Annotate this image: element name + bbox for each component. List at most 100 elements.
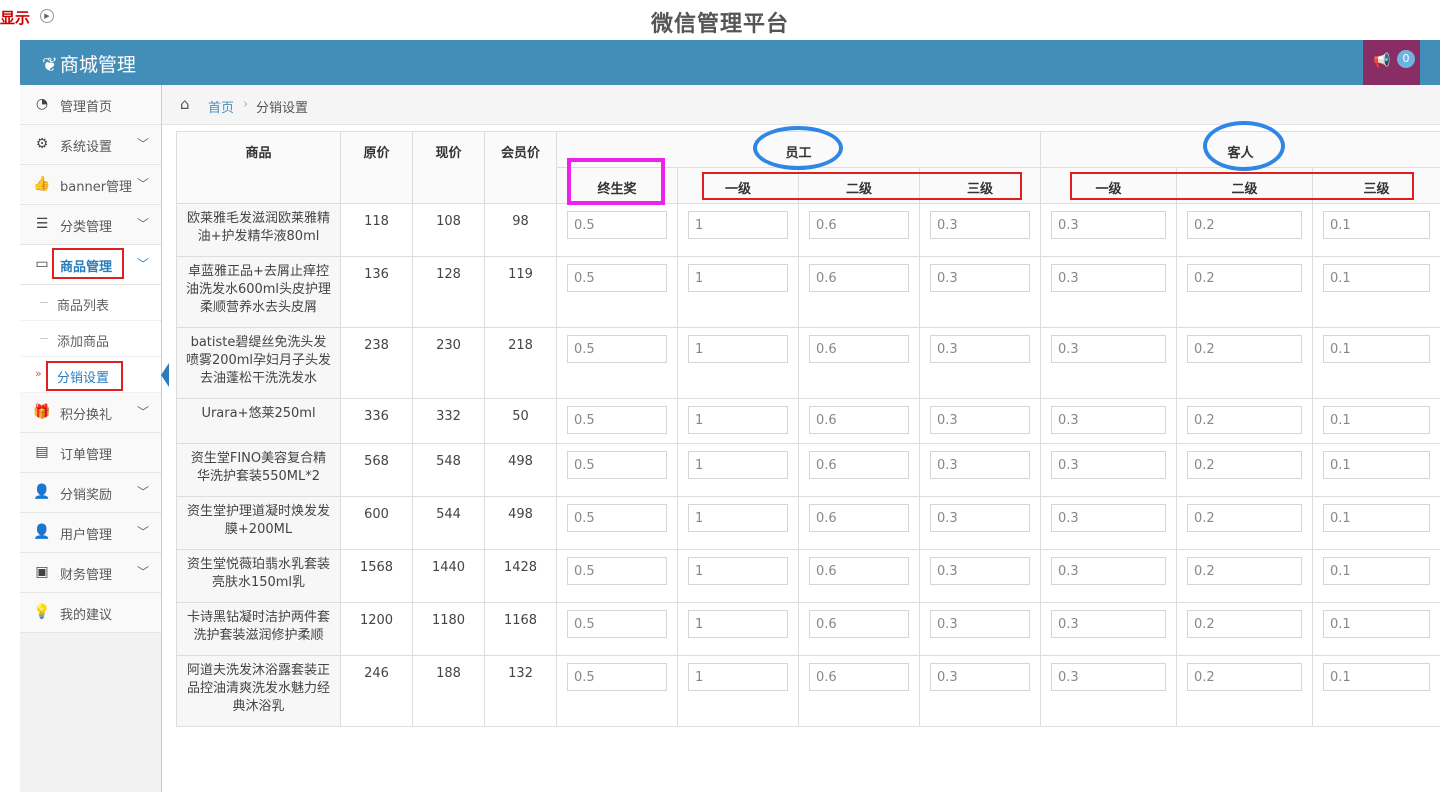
rate-input-e1[interactable] — [688, 406, 788, 434]
table-row: 资生堂护理道凝时焕发发膜+200ML 600 544 498 — [176, 496, 1440, 550]
sidebar-subitem-1[interactable]: 添加商品 — [20, 321, 161, 357]
sidebar-item-0[interactable]: ◔ 管理首页 — [20, 85, 161, 125]
rate-input-e1[interactable] — [688, 451, 788, 479]
rate-input-g3[interactable] — [1323, 663, 1431, 691]
rate-input-g1[interactable] — [1051, 211, 1167, 239]
rate-input-lifetime[interactable] — [567, 335, 667, 363]
rate-input-e3[interactable] — [930, 211, 1031, 239]
notification-button[interactable]: 📢 0 — [1363, 40, 1420, 85]
rate-input-e2[interactable] — [809, 406, 909, 434]
rate-input-g2[interactable] — [1187, 610, 1303, 638]
rate-input-e1[interactable] — [688, 663, 788, 691]
rate-input-e3[interactable] — [930, 610, 1031, 638]
brand[interactable]: ❦ 商城管理 — [42, 50, 136, 77]
page-title: 微信管理平台 — [650, 12, 789, 37]
rate-input-g3[interactable] — [1323, 211, 1431, 239]
sidebar-item-1[interactable]: ⚙ 系统设置 ﹀ — [20, 125, 161, 165]
original-price: 136 — [340, 256, 413, 328]
sidebar-item-3[interactable]: ☰ 分类管理 ﹀ — [20, 205, 161, 245]
rate-input-g1[interactable] — [1051, 610, 1167, 638]
rate-input-e3[interactable] — [930, 406, 1031, 434]
rate-cell — [798, 256, 920, 328]
rate-input-lifetime[interactable] — [567, 264, 667, 292]
rate-cell — [1040, 443, 1178, 497]
rate-input-e1[interactable] — [688, 264, 788, 292]
rate-input-g1[interactable] — [1051, 504, 1167, 532]
rate-input-g2[interactable] — [1187, 451, 1303, 479]
rate-input-g3[interactable] — [1323, 451, 1431, 479]
chevron-down-icon: ﹀ — [136, 217, 149, 231]
sidebar-item-7[interactable]: 👤 分销奖励 ﹀ — [20, 473, 161, 513]
rate-input-g1[interactable] — [1051, 406, 1167, 434]
rate-input-g1[interactable] — [1051, 264, 1167, 292]
current-price: 548 — [412, 443, 485, 497]
rate-input-g3[interactable] — [1323, 504, 1431, 532]
product-name: 资生堂悦薇珀翡水乳套装亮肤水150ml乳 — [176, 549, 341, 603]
rate-input-e1[interactable] — [688, 557, 788, 585]
breadcrumb-home-link[interactable]: 首页 — [208, 97, 234, 116]
rate-input-g2[interactable] — [1187, 211, 1303, 239]
rate-input-g1[interactable] — [1051, 557, 1167, 585]
rate-input-lifetime[interactable] — [567, 211, 667, 239]
sidebar-item-label: 分销奖励 — [60, 488, 113, 503]
rate-input-e3[interactable] — [930, 264, 1031, 292]
sidebar-item-9[interactable]: ▣ 财务管理 ﹀ — [20, 553, 161, 593]
rate-input-e2[interactable] — [809, 557, 909, 585]
rate-input-e3[interactable] — [930, 335, 1031, 363]
sidebar-item-8[interactable]: 👤 用户管理 ﹀ — [20, 513, 161, 553]
product-name: 资生堂FINO美容复合精华洗护套装550ML*2 — [176, 443, 341, 497]
rate-input-g3[interactable] — [1323, 335, 1431, 363]
rate-input-g3[interactable] — [1323, 557, 1431, 585]
sidebar-item-5[interactable]: 🎁 积分换礼 ﹀ — [20, 393, 161, 433]
rate-input-e2[interactable] — [809, 264, 909, 292]
member-price: 50 — [484, 398, 557, 444]
gift-icon: 🎁 — [33, 404, 51, 420]
rate-input-e1[interactable] — [688, 610, 788, 638]
rate-input-g3[interactable] — [1323, 610, 1431, 638]
rate-input-e3[interactable] — [930, 557, 1031, 585]
rate-input-g3[interactable] — [1323, 406, 1431, 434]
rate-input-e1[interactable] — [688, 335, 788, 363]
rate-cell — [1176, 443, 1314, 497]
rate-input-e2[interactable] — [809, 610, 909, 638]
rate-input-e2[interactable] — [809, 663, 909, 691]
notification-badge: 0 — [1397, 50, 1415, 68]
rate-input-e3[interactable] — [930, 663, 1031, 691]
rate-input-lifetime[interactable] — [567, 451, 667, 479]
original-price: 600 — [340, 496, 413, 550]
rate-input-e2[interactable] — [809, 504, 909, 532]
rate-input-lifetime[interactable] — [567, 663, 667, 691]
rate-input-g1[interactable] — [1051, 335, 1167, 363]
annotation-box-product-mgmt — [52, 248, 124, 279]
sidebar-item-label: 系统设置 — [60, 140, 113, 155]
rate-input-e2[interactable] — [809, 335, 909, 363]
sidebar-item-2[interactable]: 👍 banner管理 ﹀ — [20, 165, 161, 205]
annotation-ellipse-guest — [1203, 121, 1285, 171]
rate-input-e3[interactable] — [930, 504, 1031, 532]
rate-input-g1[interactable] — [1051, 451, 1167, 479]
sidebar-item-6[interactable]: ▤ 订单管理 — [20, 433, 161, 473]
laptop-icon: ▭ — [35, 256, 49, 272]
rate-input-g3[interactable] — [1323, 264, 1431, 292]
rate-input-e1[interactable] — [688, 211, 788, 239]
rate-input-e2[interactable] — [809, 211, 909, 239]
rate-input-lifetime[interactable] — [567, 557, 667, 585]
rate-input-g1[interactable] — [1051, 663, 1167, 691]
rate-input-lifetime[interactable] — [567, 504, 667, 532]
rate-input-e3[interactable] — [930, 451, 1031, 479]
rate-input-g2[interactable] — [1187, 557, 1303, 585]
sidebar-item-10[interactable]: 💡 我的建议 — [20, 593, 161, 633]
rate-input-e1[interactable] — [688, 504, 788, 532]
rate-input-g2[interactable] — [1187, 406, 1303, 434]
rate-input-lifetime[interactable] — [567, 610, 667, 638]
rate-cell — [798, 203, 920, 257]
rate-input-g2[interactable] — [1187, 663, 1303, 691]
rate-input-e2[interactable] — [809, 451, 909, 479]
inbox-icon: ▣ — [35, 564, 49, 580]
sidebar-subitem-0[interactable]: 商品列表 — [20, 285, 161, 321]
rate-input-g2[interactable] — [1187, 504, 1303, 532]
rate-input-g2[interactable] — [1187, 264, 1303, 292]
rate-input-g2[interactable] — [1187, 335, 1303, 363]
rate-input-lifetime[interactable] — [567, 406, 667, 434]
leaf-icon: ❦ — [42, 54, 58, 76]
